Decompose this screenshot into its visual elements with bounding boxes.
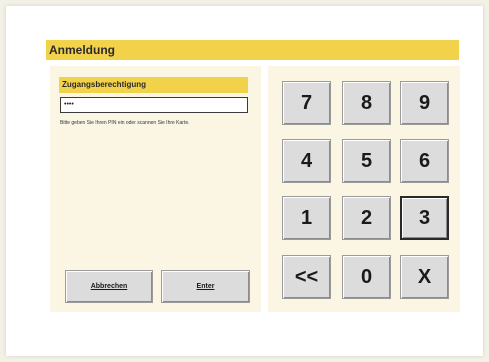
login-screen: Anmeldung Zugangsberechtigung •••• Bitte… <box>6 6 483 356</box>
key-0[interactable]: 0 <box>342 255 391 299</box>
key-9[interactable]: 9 <box>400 81 449 125</box>
hint-text: Bitte geben Sie Ihren PIN ein oder scann… <box>60 120 190 126</box>
section-title: Zugangsberechtigung <box>59 77 248 93</box>
key-2[interactable]: 2 <box>342 196 391 240</box>
page-title: Anmeldung <box>46 40 459 60</box>
key-6[interactable]: 6 <box>400 139 449 183</box>
clear-key[interactable]: X <box>400 255 449 299</box>
enter-button[interactable]: Enter <box>161 270 250 303</box>
keypad-panel: 7 8 9 4 5 6 1 2 3 << 0 X <box>268 66 460 312</box>
key-4[interactable]: 4 <box>282 139 331 183</box>
key-1[interactable]: 1 <box>282 196 331 240</box>
key-3[interactable]: 3 <box>400 196 449 240</box>
key-7[interactable]: 7 <box>282 81 331 125</box>
key-8[interactable]: 8 <box>342 81 391 125</box>
key-5[interactable]: 5 <box>342 139 391 183</box>
backspace-key[interactable]: << <box>282 255 331 299</box>
pin-input[interactable]: •••• <box>60 97 248 113</box>
cancel-button[interactable]: Abbrechen <box>65 270 153 303</box>
login-panel: Zugangsberechtigung •••• Bitte geben Sie… <box>50 66 261 312</box>
